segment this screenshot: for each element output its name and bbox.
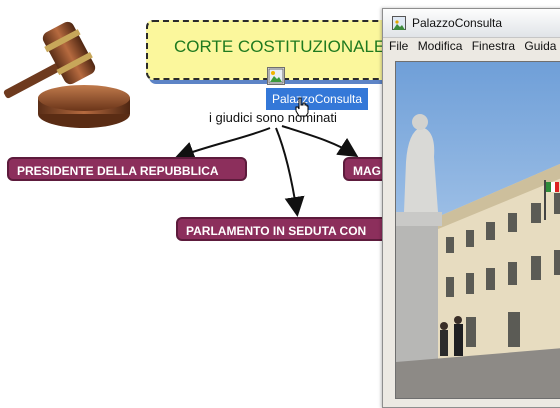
window-title: PalazzoConsulta	[412, 16, 503, 30]
menu-modifica[interactable]: Modifica	[418, 39, 463, 53]
image-viewer-window[interactable]: PalazzoConsulta File Modifica Finestra G…	[382, 8, 560, 408]
linking-phrase: i giudici sono nominati	[209, 110, 337, 125]
window-titlebar[interactable]: PalazzoConsulta	[383, 9, 560, 38]
menu-finestra[interactable]: Finestra	[472, 39, 515, 53]
menu-bar: File Modifica Finestra Guida	[383, 39, 560, 57]
image-attachment-icon[interactable]	[267, 67, 285, 85]
image-file-icon	[392, 16, 406, 30]
hand-cursor-icon	[295, 97, 309, 117]
node-parlamento[interactable]: PARLAMENTO IN SEDUTA CON	[176, 217, 406, 241]
node-presidente[interactable]: PRESIDENTE DELLA REPUBBLICA	[7, 157, 247, 181]
gavel-icon	[3, 21, 130, 128]
menu-guida[interactable]: Guida	[524, 39, 556, 53]
menu-file[interactable]: File	[389, 39, 408, 53]
palazzo-photo	[395, 61, 560, 399]
resource-tooltip[interactable]: PalazzoConsulta	[266, 88, 368, 110]
concept-title: CORTE COSTITUZIONALE	[174, 37, 386, 56]
